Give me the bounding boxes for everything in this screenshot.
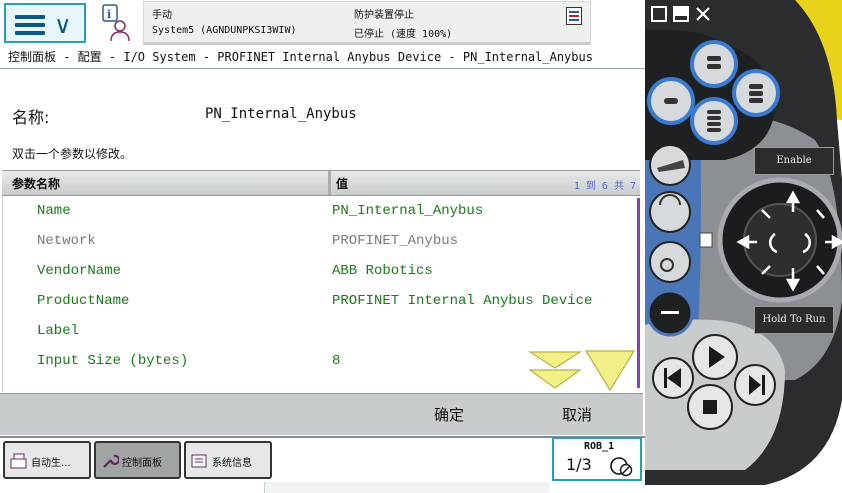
name-label: 名称: [12,108,50,127]
operator-info-icon: i [102,4,130,42]
system-info-icon [191,454,207,468]
parameter-value: PROFINET Internal Anybus Device [332,293,593,309]
main-menu-button[interactable]: ∨ [4,3,86,43]
pendant-body [645,0,842,493]
divider [0,68,645,69]
system-name: System5 (AGNDUNPKSI3WIW) [152,25,297,36]
taskbar-item-label: 控制面板 [122,458,162,469]
taskbar-item-label: 系统信息 [212,458,252,469]
breadcrumb: 控制面板 - 配置 - I/O System - PROFINET Intern… [8,50,593,64]
taskbar-item-control-panel[interactable]: 控制面板 [94,441,181,479]
instruction-text: 双击一个参数以修改。 [12,147,133,161]
svg-text:i: i [107,8,111,21]
parameter-name: Name [37,203,71,219]
teach-pendant-screen: ∨ i 手动 System5 (AGNDUNPKSI3WIW) 防护装置停止 已… [0,0,645,493]
operator-window-button[interactable]: i [96,3,140,45]
hold-to-run-button[interactable]: Hold To Run [754,306,834,334]
parameter-value: 8 [332,353,341,369]
parameter-value: PN_Internal_Anybus [332,203,484,219]
parameter-name: VendorName [37,263,122,279]
production-window-icon [10,453,27,469]
minimize-window-button[interactable] [673,6,689,22]
chevron-down-icon: ∨ [54,11,72,39]
column-header-value: 值 [336,177,349,191]
taskbar-item-system-info[interactable]: 系统信息 [184,441,272,479]
parameter-name: Network [37,233,96,249]
parameter-value: PROFINET_Anybus [332,233,459,249]
cancel-button[interactable]: 取消 [562,404,592,425]
table-row[interactable]: Network PROFINET_Anybus [3,226,635,256]
quickset-button[interactable]: ROB_1 1/3 [552,437,642,481]
virtual-flexpendant: Enable Hold To Run [645,0,842,493]
top-bar: ∨ i 手动 System5 (AGNDUNPKSI3WIW) 防护装置停止 已… [0,0,645,48]
wrench-icon [103,454,119,468]
hamburger-icon [15,15,45,35]
triangle-down-icon [584,350,636,392]
column-separator [328,171,331,195]
table-row[interactable]: Name PN_Internal_Anybus [3,196,635,226]
restore-window-button[interactable] [651,6,667,22]
status-strip [264,482,549,493]
safety-status: 防护装置停止 [354,10,414,21]
column-header-name: 参数名称 [12,177,61,191]
event-log-icon[interactable] [566,7,582,25]
enable-button[interactable]: Enable [754,147,834,175]
mode-label: 手动 [152,10,172,21]
double-chevron-down-icon [527,351,583,389]
taskbar: 自动生... 控制面板 系统信息 [0,436,645,482]
action-bar: 确定 取消 [0,393,643,435]
parameter-table-header: 参数名称 值 1 到 6 共 7 [2,170,640,196]
ok-button[interactable]: 确定 [434,404,464,425]
run-state: 已停止 (速度 100%) [354,29,453,40]
scroll-down-button[interactable] [527,348,584,392]
parameter-name: Label [37,323,80,339]
parameter-name: Input Size (bytes) [37,353,189,369]
taskbar-item-label: 自动生... [31,458,71,469]
robot-unit-label: ROB_1 [584,441,615,452]
table-row[interactable]: Label [3,316,635,346]
table-row[interactable]: VendorName ABB Robotics [3,256,635,286]
status-panel[interactable]: 手动 System5 (AGNDUNPKSI3WIW) 防护装置停止 已停止 (… [143,1,591,45]
speed-disabled-icon [610,457,633,477]
page-down-button[interactable] [584,348,636,392]
close-icon [696,7,710,21]
taskbar-item-auto-production[interactable]: 自动生... [3,441,91,479]
parameter-name: ProductName [37,293,130,309]
scrollbar[interactable] [637,198,640,388]
instance-name: PN_Internal_Anybus [205,106,357,122]
close-window-button[interactable] [695,6,711,22]
page-indicator: 1 到 6 共 7 [573,181,636,192]
parameter-value: ABB Robotics [332,263,433,279]
table-row[interactable]: ProductName PROFINET Internal Anybus Dev… [3,286,635,316]
task-counter: 1/3 [566,455,592,474]
